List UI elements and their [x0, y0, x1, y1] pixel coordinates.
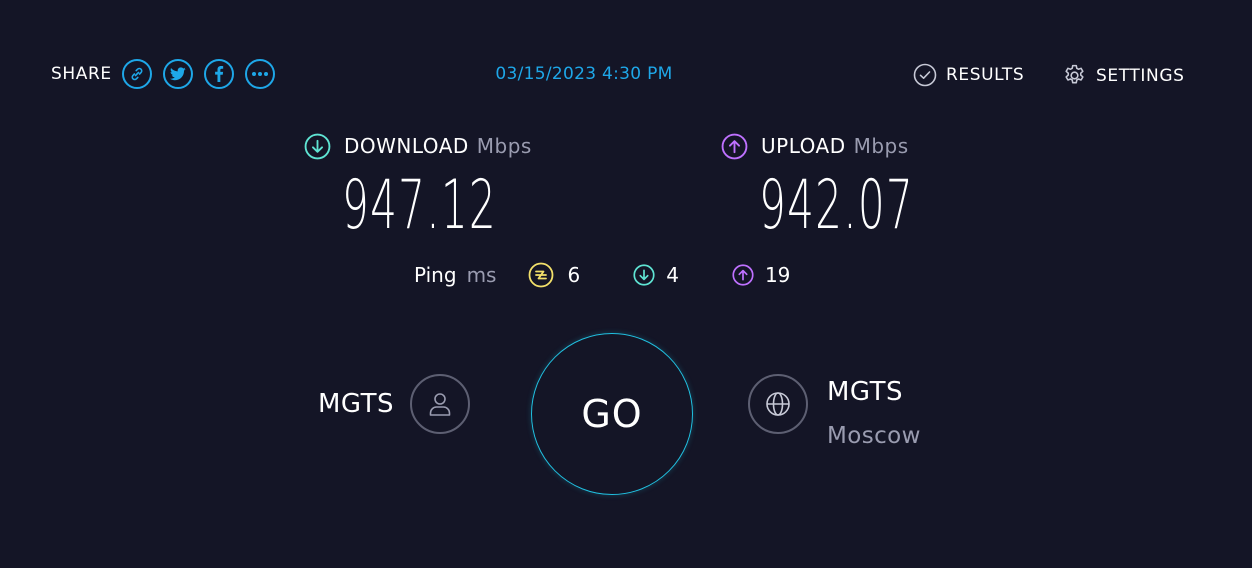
change-server-button[interactable]: [748, 374, 808, 434]
globe-icon: [766, 392, 790, 416]
arrow-down-circle-icon: [633, 264, 655, 286]
download-label: DOWNLOAD: [344, 134, 469, 158]
server-info: MGTS Moscow: [827, 375, 921, 451]
test-server: MGTS Moscow: [748, 374, 921, 451]
settings-label: SETTINGS: [1096, 65, 1185, 86]
upload-header: UPLOAD Mbps: [721, 131, 1009, 161]
download-header: DOWNLOAD Mbps: [304, 131, 592, 161]
upload-unit: Mbps: [853, 134, 909, 158]
upload-label: UPLOAD: [761, 134, 846, 158]
check-circle-icon: [913, 63, 937, 87]
jitter-icon: [529, 262, 554, 288]
ping-upload: 19: [732, 263, 790, 287]
isp-provider: MGTS: [318, 374, 471, 434]
isp-name: MGTS: [318, 389, 395, 419]
arrow-up-circle-icon: [732, 264, 754, 286]
ping-jitter: 6: [528, 262, 580, 288]
ping-unit: ms: [466, 263, 497, 287]
ping-download: 4: [633, 263, 679, 287]
download-unit: Mbps: [476, 134, 532, 158]
gear-icon: [1065, 64, 1084, 84]
isp-avatar: [410, 374, 471, 434]
server-name: MGTS: [827, 377, 904, 407]
download-value: 947.12: [342, 166, 497, 245]
user-icon: [429, 393, 451, 416]
ping-row: Ping ms 6 4 19: [414, 259, 790, 291]
upload-metric: UPLOAD Mbps 942.07: [721, 131, 1009, 245]
upload-value: 942.07: [759, 166, 914, 245]
download-metric: DOWNLOAD Mbps 947.12: [304, 131, 592, 245]
speedtest-results-page: SHARE 03/15/2023 4:30 PM RESULTS SETTING…: [0, 0, 1252, 568]
ping-upload-value: 19: [764, 263, 791, 287]
arrow-up-circle-icon: [721, 133, 748, 159]
results-label: RESULTS: [946, 65, 1025, 85]
go-button[interactable]: GO: [531, 333, 693, 495]
settings-link[interactable]: SETTINGS: [1062, 63, 1185, 88]
ping-label: Ping: [414, 263, 457, 287]
results-link[interactable]: RESULTS: [913, 63, 1024, 87]
arrow-down-circle-icon: [304, 133, 331, 159]
ping-jitter-value: 6: [567, 263, 581, 287]
ping-download-value: 4: [666, 263, 679, 287]
server-city: Moscow: [827, 423, 921, 449]
